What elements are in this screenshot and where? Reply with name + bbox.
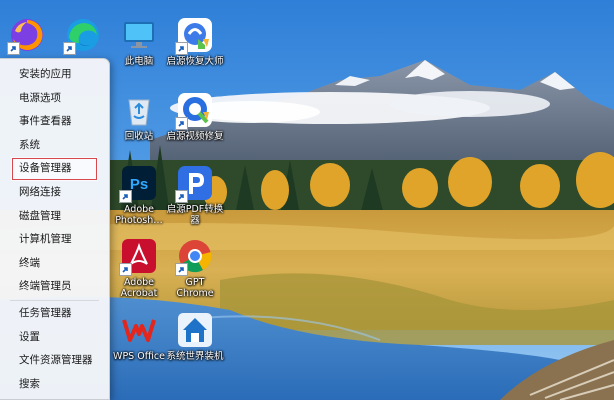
menu-item-task-manager[interactable]: 任务管理器 [0,302,109,326]
desktop-icon-label: 此电脑 [124,56,154,67]
desktop-icon-label: 启源视频修复 [166,131,224,142]
desktop-icon-edge[interactable] [53,17,113,56]
menu-item-system[interactable]: 系统 [0,134,109,158]
shortcut-arrow-icon [7,42,20,55]
menu-item-event-viewer[interactable]: 事件查看器 [0,110,109,134]
recycle-bin-icon [128,99,150,126]
desktop-icon-wps[interactable]: WPS Office [109,312,169,362]
desktop-icon-chrome[interactable]: GPT Chrome [165,238,225,299]
shortcut-arrow-icon [175,42,188,55]
menu-item-computer-management[interactable]: 计算机管理 [0,228,109,252]
quick-link-menu: 安装的应用 电源选项 事件查看器 系统 设备管理器 网络连接 磁盘管理 计算机管… [0,58,110,400]
shortcut-arrow-icon [119,263,132,276]
desktop-icon-this-pc[interactable]: 此电脑 [109,17,169,67]
desktop-icon-recycle-bin[interactable]: 回收站 [109,92,169,142]
menu-item-device-manager[interactable]: 设备管理器 [11,157,98,181]
desktop-icon-recover-video[interactable]: 启源视频修复 [165,92,225,142]
desktop-icon-label: WPS Office [113,351,165,362]
menu-item-power-options[interactable]: 电源选项 [0,87,109,111]
desktop-icon-label: Adobe Acrobat [120,277,158,299]
shortcut-arrow-icon [175,263,188,276]
desktop-icon-label: 启源PDF转换 器 [166,204,224,226]
installer-icon [178,313,212,347]
shortcut-arrow-icon [175,190,188,203]
desktop-icon-label: 回收站 [124,131,154,142]
menu-item-installed-apps[interactable]: 安装的应用 [0,63,109,87]
svg-text:Ps: Ps [130,176,148,193]
shortcut-arrow-icon [175,117,188,130]
shortcut-arrow-icon [63,42,76,55]
menu-item-terminal-admin[interactable]: 终端管理员 [0,275,109,299]
desktop-icon-label: GPT Chrome [176,277,214,299]
desktop-icon-system-installer[interactable]: 系统世界装机 [165,312,225,362]
desktop-icon-photoshop[interactable]: Ps Adobe Photosh… [109,165,169,226]
menu-item-settings[interactable]: 设置 [0,326,109,350]
desktop-icon-label: 系统世界装机 [166,351,224,362]
desktop-icon-label: Adobe Photosh… [115,204,163,226]
desktop-icon-acrobat[interactable]: Adobe Acrobat [109,238,169,299]
desktop-icon-recover-software[interactable]: 启源恢复大师 [165,17,225,67]
menu-item-file-explorer[interactable]: 文件资源管理器 [0,349,109,373]
monitor-icon [124,22,154,48]
menu-item-disk-management[interactable]: 磁盘管理 [0,205,109,229]
desktop-icon-pdf-converter[interactable]: 启源PDF转换 器 [165,165,225,226]
desktop-icon-label: 启源恢复大师 [166,56,224,67]
wps-icon [122,319,156,342]
shortcut-arrow-icon [119,190,132,203]
desktop-icon-firefox[interactable] [0,17,57,56]
menu-item-network-connections[interactable]: 网络连接 [0,181,109,205]
menu-separator [10,299,99,301]
menu-item-search[interactable]: 搜索 [0,373,109,397]
menu-item-terminal[interactable]: 终端 [0,252,109,276]
